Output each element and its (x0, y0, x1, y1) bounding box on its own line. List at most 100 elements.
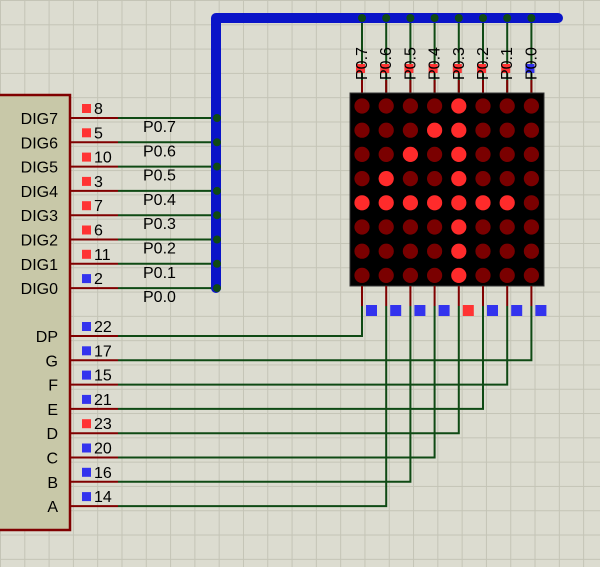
led-2-3 (427, 146, 443, 162)
column-label-2: P0.5 (402, 47, 419, 80)
column-label-5: P0.2 (475, 47, 492, 80)
bus-top-junction (479, 14, 487, 22)
digit-pin-label-1: DIG6 (21, 135, 58, 152)
led-4-7 (523, 195, 540, 211)
segment-wire (118, 306, 412, 483)
led-6-3 (427, 243, 443, 259)
led-4-4 (451, 195, 467, 211)
led-2-1 (378, 146, 394, 162)
segment-wire (118, 306, 484, 410)
led-3-1 (378, 171, 394, 187)
schematic-canvas: 8 DIG7 5 DIG6 10 DIG5 3 DIG4 7 DIG3 6 DIG2 11 DIG1 2 DI… (0, 13, 563, 532)
digit-pin-number-4: 7 (94, 198, 103, 215)
digit-pin-label-0: DIG7 (21, 111, 58, 128)
led-0-6 (499, 98, 515, 114)
bus-top-junction (430, 14, 439, 22)
digit-pin-number-1: 5 (94, 125, 103, 142)
segment-pin-label-2: F (48, 378, 58, 395)
led-0-7 (523, 98, 540, 114)
led-1-2 (402, 122, 418, 138)
digit-pin-state-1 (82, 128, 91, 138)
led-3-6 (499, 171, 515, 187)
digit-pin-number-2: 10 (94, 150, 112, 167)
led-6-1 (378, 243, 394, 259)
segment-wire (118, 306, 363, 337)
net-label-4: P0.3 (143, 216, 176, 233)
led-7-2 (402, 267, 418, 283)
led-0-4 (451, 98, 467, 114)
led-5-0 (354, 219, 370, 235)
segment-pin-state-6 (82, 467, 91, 477)
led-7-4 (451, 267, 467, 283)
max7219-chip[interactable]: 8 DIG7 5 DIG6 10 DIG5 3 DIG4 7 DIG3 6 DIG2 11 DIG1 2 DI… (0, 93, 118, 532)
segment-pin-number-6: 16 (94, 465, 112, 482)
net-label-1: P0.6 (143, 143, 176, 160)
segment-pin-state-3 (82, 394, 91, 404)
column-label-7: P0.0 (523, 47, 540, 80)
net-label-7: P0.0 (143, 289, 176, 306)
segment-pin-label-4: D (46, 426, 58, 443)
led-1-7 (523, 122, 540, 138)
segment-pin-number-0: 22 (94, 319, 112, 336)
led-6-6 (499, 243, 515, 259)
led-1-3 (427, 122, 443, 138)
segment-pin-number-2: 15 (94, 368, 112, 385)
led-2-6 (499, 146, 515, 162)
segment-pin-state-7 (82, 492, 91, 502)
bus-junction (213, 186, 221, 195)
led-3-3 (427, 171, 443, 187)
led-0-0 (354, 98, 370, 114)
segment-pin-label-7: A (47, 499, 58, 516)
bus-top-junction (503, 14, 512, 22)
bus-junction (213, 235, 221, 244)
digit-pin-number-5: 6 (94, 223, 103, 240)
segment-pin-number-5: 20 (94, 441, 112, 458)
bus-junction (213, 114, 221, 122)
digit-pin-number-6: 11 (94, 247, 111, 264)
digit-pin-label-5: DIG2 (21, 233, 58, 250)
led-5-2 (402, 219, 418, 235)
led-6-4 (451, 243, 467, 259)
segment-pin-label-3: E (47, 402, 58, 419)
led-7-0 (354, 267, 370, 283)
segment-pin-number-3: 21 (94, 392, 112, 409)
segment-pin-number-4: 23 (94, 416, 112, 433)
led-matrix[interactable] (349, 64, 547, 316)
digit-pin-state-3 (82, 176, 91, 186)
digit-pin-state-0 (82, 104, 91, 113)
segment-pin-state-5 (82, 443, 91, 453)
bus-top-junction (406, 14, 415, 22)
bus-junction (213, 138, 221, 147)
led-0-5 (475, 98, 491, 114)
led-7-6 (499, 267, 515, 283)
led-4-0 (354, 195, 370, 211)
led-4-2 (402, 195, 418, 211)
led-2-4 (451, 146, 467, 162)
segment-pin-label-5: C (46, 451, 58, 468)
column-label-4: P0.3 (451, 47, 468, 80)
led-3-5 (475, 171, 491, 187)
segment-pin-state-1 (82, 346, 91, 356)
led-6-7 (523, 243, 540, 259)
led-0-1 (378, 98, 394, 114)
bus-junction (213, 284, 221, 293)
segment-pin-label-1: G (46, 353, 58, 370)
segment-wire (118, 306, 509, 386)
led-1-0 (354, 122, 370, 138)
led-1-4 (451, 122, 467, 138)
led-3-2 (402, 171, 418, 187)
matrix-bottom-pin-state-2 (414, 305, 426, 316)
matrix-bottom-pin-state-4 (462, 305, 474, 316)
column-label-1: P0.6 (378, 47, 395, 80)
bus-top-junction (454, 14, 463, 22)
bus-junction (213, 162, 221, 171)
matrix-body (349, 92, 545, 287)
led-6-5 (475, 243, 491, 259)
net-label-6: P0.1 (143, 265, 176, 282)
matrix-bottom-pin-state-6 (511, 305, 523, 316)
digit-pin-state-2 (82, 152, 91, 162)
net-label-2: P0.5 (143, 168, 176, 185)
digit-pin-number-3: 3 (94, 174, 103, 191)
digit-pin-label-6: DIG1 (21, 257, 58, 274)
digit-pin-number-7: 2 (94, 271, 103, 288)
